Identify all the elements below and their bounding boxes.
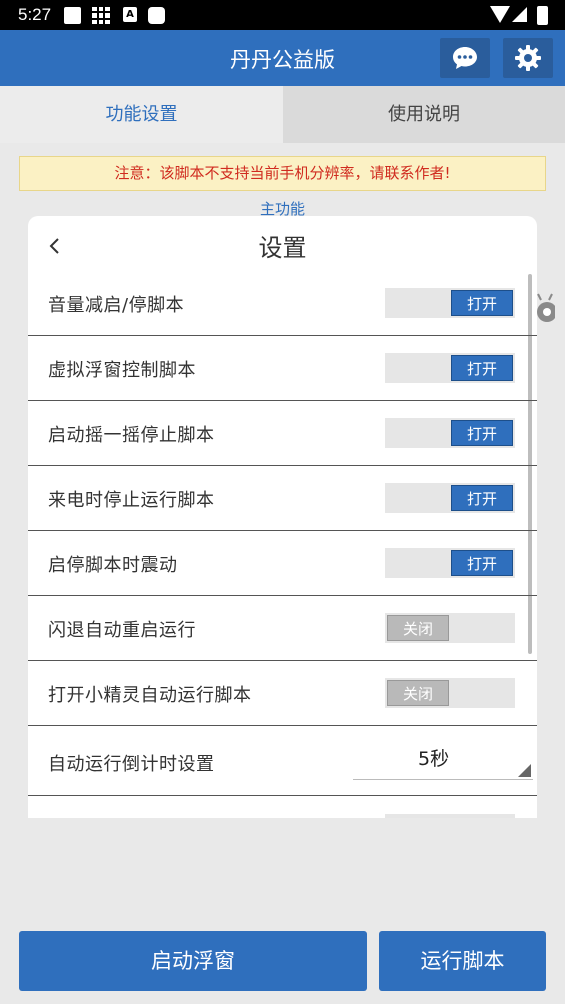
toggle-switch[interactable]: 打开 [385, 548, 515, 578]
setting-row-floating-window: 虚拟浮窗控制脚本 打开 [28, 336, 537, 401]
setting-row-call-stop: 来电时停止运行脚本 打开 [28, 466, 537, 531]
grid-app-icon [92, 7, 110, 24]
toggle-switch[interactable]: 打开 [385, 483, 515, 513]
wifi-icon [490, 6, 510, 23]
setting-label: 音量减启/停脚本 [48, 295, 185, 316]
dialog-title: 设置 [258, 234, 307, 262]
resolution-warning: 注意：该脚本不支持当前手机分辨率，请联系作者! [19, 156, 546, 191]
settings-dialog: 设置 音量减启/停脚本 打开 虚拟浮窗控制脚本 打开 启动摇一摇停止脚本 打开 … [28, 216, 537, 818]
status-bar: 5:27 A [0, 0, 565, 30]
app-header: 丹丹公益版 [0, 30, 565, 86]
countdown-value: 5秒 [418, 748, 450, 770]
toggle-state: 打开 [451, 550, 513, 576]
app-notification-icon [148, 7, 165, 24]
setting-label: 自动运行倒计时设置 [48, 754, 215, 775]
setting-label: 启停脚本时震动 [48, 555, 178, 576]
notification-square-icon [64, 7, 81, 24]
toggle-state: 关闭 [387, 680, 449, 706]
setting-row-sprite-autorun: 打开小精灵自动运行脚本 关闭 [28, 661, 537, 726]
start-float-window-button[interactable]: 启动浮窗 [19, 931, 367, 991]
toggle-state: 打开 [451, 420, 513, 446]
dropdown-arrow-icon [518, 764, 531, 777]
toggle-state: 打开 [451, 485, 513, 511]
tab-function-settings[interactable]: 功能设置 [0, 86, 283, 143]
tab-instructions[interactable]: 使用说明 [283, 86, 565, 143]
setting-label: 闪退自动重启运行 [48, 620, 196, 641]
setting-label: 来电时停止运行脚本 [48, 490, 215, 511]
signal-icon [512, 7, 527, 22]
toggle-state: 打开 [451, 290, 513, 316]
setting-row-volume-toggle: 音量减启/停脚本 打开 [28, 271, 537, 336]
chat-button[interactable] [440, 38, 490, 78]
setting-label: 打开小精灵自动运行脚本 [48, 685, 252, 706]
settings-button[interactable] [503, 38, 553, 78]
status-time: 5:27 [18, 5, 52, 24]
gear-icon [515, 45, 541, 71]
tab-bar: 功能设置 使用说明 [0, 86, 565, 143]
toggle-switch[interactable]: 打开 [385, 288, 515, 318]
countdown-select[interactable]: 5秒 [353, 734, 533, 780]
setting-label: 虚拟浮窗控制脚本 [48, 360, 196, 381]
toggle-switch[interactable]: 关闭 [385, 613, 515, 643]
toggle-state: 关闭 [387, 615, 449, 641]
setting-label: 启动摇一摇停止脚本 [48, 425, 215, 446]
setting-row-countdown: 自动运行倒计时设置 5秒 [28, 726, 537, 796]
toggle-state: 打开 [451, 355, 513, 381]
battery-icon [537, 6, 548, 25]
keyboard-a-icon: A [123, 7, 137, 22]
toggle-switch[interactable]: 打开 [385, 353, 515, 383]
chat-bubble-icon [453, 47, 477, 69]
toggle-switch-partial[interactable] [385, 814, 515, 818]
setting-row-shake-stop: 启动摇一摇停止脚本 打开 [28, 401, 537, 466]
toggle-switch[interactable]: 关闭 [385, 678, 515, 708]
toggle-switch[interactable]: 打开 [385, 418, 515, 448]
setting-row-crash-restart: 闪退自动重启运行 关闭 [28, 596, 537, 661]
setting-row-vibrate: 启停脚本时震动 打开 [28, 531, 537, 596]
run-script-button[interactable]: 运行脚本 [379, 931, 546, 991]
